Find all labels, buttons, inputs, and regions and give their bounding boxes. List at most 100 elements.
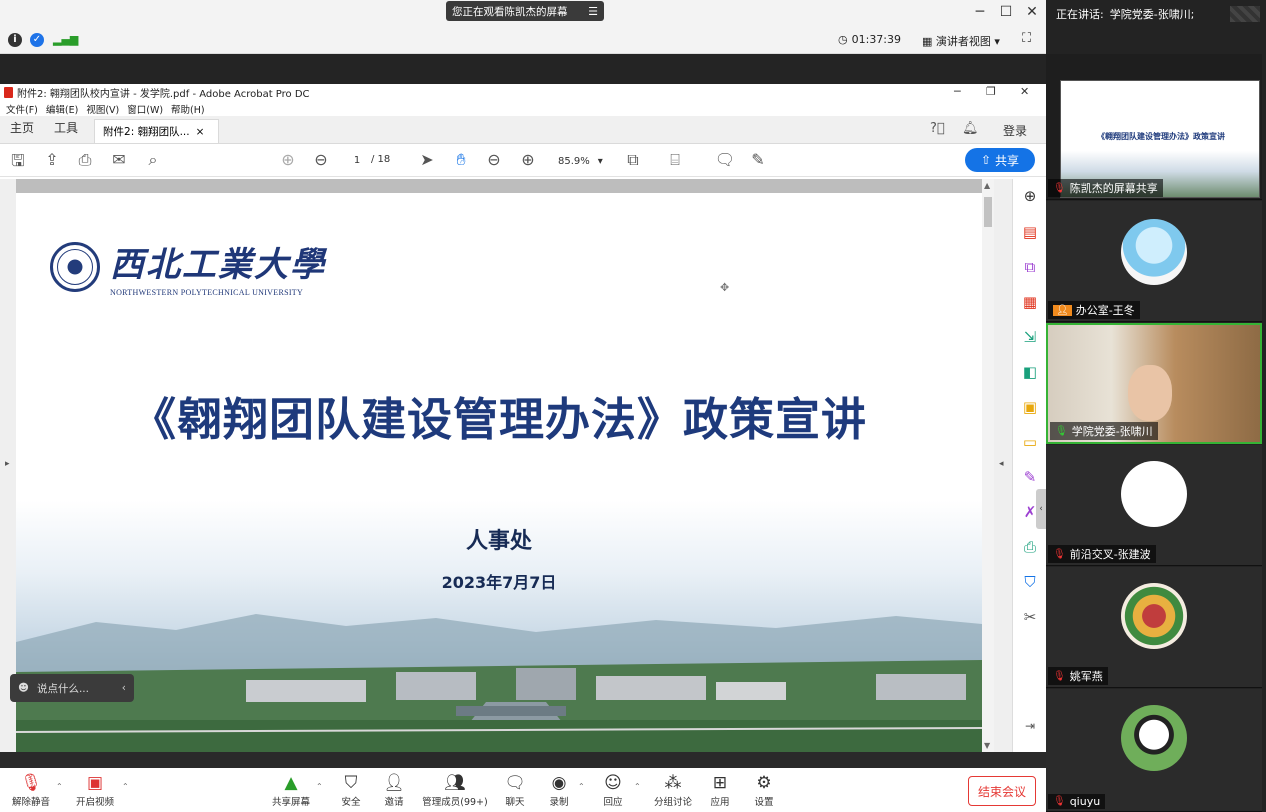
acrobat-tabs: 主页 工具 附件2: 翱翔团队... × ?⃝ 🔔︎ 登录 <box>0 116 1046 144</box>
search-icon[interactable]: ⌕ <box>142 150 164 170</box>
reaction-label: 回应 <box>603 797 623 808</box>
record-label: 录制 <box>549 797 569 808</box>
video-options-chevron[interactable]: ⌃ <box>122 782 129 791</box>
tab-document-label: 附件2: 翱翔团队... <box>103 126 190 138</box>
menu-help[interactable]: 帮助(H) <box>171 102 205 116</box>
scroll-up-icon[interactable]: ▲ <box>984 181 990 190</box>
help-icon[interactable]: ?⃝ <box>930 121 945 136</box>
reaction-options-chevron[interactable]: ⌃ <box>634 782 641 791</box>
pen-icon[interactable]: ✎ <box>747 150 769 169</box>
participant-tile-zhang-jianbo[interactable]: 🎙︎ 前沿交叉-张建波 <box>1046 445 1262 566</box>
pane-collapse-handle[interactable]: ‹ <box>1036 489 1046 529</box>
maximize-icon[interactable]: ☐ <box>996 4 1016 20</box>
tab-close-icon[interactable]: × <box>196 126 205 138</box>
save-icon[interactable]: 🖫 <box>7 150 29 177</box>
scroll-mode-icon[interactable]: ⌸ <box>664 150 686 170</box>
minimize-icon[interactable]: ─ <box>970 4 990 20</box>
zoom-select[interactable]: 85.9% ▾ <box>552 152 604 170</box>
signal-icon[interactable]: ▂▄▆ <box>53 33 78 46</box>
email-icon[interactable]: ✉ <box>108 150 130 169</box>
participant-name: 姚军燕 <box>1069 670 1103 683</box>
acro-minimize-icon[interactable]: ─ <box>954 85 961 98</box>
invite-button[interactable]: 👤︎ 邀请 <box>363 772 425 808</box>
page-total: / 18 <box>371 154 391 165</box>
share-screen-button[interactable]: ▲ 共享屏幕 <box>260 772 322 808</box>
close-icon[interactable]: ✕ <box>1022 4 1042 20</box>
info-icon[interactable]: i <box>8 33 22 47</box>
campus-aerial-image <box>16 614 982 752</box>
page-down-icon[interactable]: ⊖ <box>310 150 332 169</box>
participants-panel: 正在讲话: 学院党委-张啸川; 《翱翔团队建设管理办法》政策宣讲 🎙︎ 陈凯杰的… <box>1046 0 1266 812</box>
fit-page-icon[interactable]: ⧉ <box>622 150 644 170</box>
fullscreen-icon[interactable]: ⛶ <box>1022 31 1031 46</box>
view-mode-button[interactable]: ▦ 演讲者视图 ▾ <box>922 33 1000 49</box>
left-panel-toggle[interactable]: ▸ <box>0 179 16 752</box>
bell-icon[interactable]: 🔔︎ <box>962 121 979 136</box>
acrobat-title-bar: 附件2: 翱翔团队校内宣讲 - 发学院.pdf - Adobe Acrobat … <box>0 84 1046 101</box>
menu-window[interactable]: 窗口(W) <box>127 102 163 116</box>
acro-close-icon[interactable]: ✕ <box>1020 85 1029 98</box>
vertical-scrollbar[interactable]: ▲ ▼ <box>982 179 994 752</box>
audio-options-chevron[interactable]: ⌃ <box>56 782 63 791</box>
participant-tile-wang[interactable]: 👤︎ 办公室-王冬 <box>1046 201 1262 322</box>
tab-document[interactable]: 附件2: 翱翔团队... × <box>94 119 220 143</box>
participant-tile-qiuyu[interactable]: 🎙︎ qiuyu <box>1046 689 1262 812</box>
zoom-in-icon[interactable]: ⊕ <box>517 150 539 169</box>
manage-members-button[interactable]: 👥︎ 管理成员(99+) <box>420 772 490 808</box>
collapse-chat-icon[interactable]: ‹ <box>122 682 126 694</box>
end-meeting-button[interactable]: 结束会议 <box>968 776 1036 806</box>
participant-tile-screen-share[interactable]: 《翱翔团队建设管理办法》政策宣讲 🎙︎ 陈凯杰的屏幕共享 <box>1046 54 1262 200</box>
meeting-timer: ◷ 01:37:39 <box>838 33 901 46</box>
create-pdf-icon[interactable]: ▤ <box>1020 223 1040 241</box>
settings-button[interactable]: ⚙ 设置 <box>733 772 795 808</box>
menu-file[interactable]: 文件(F) <box>6 102 38 116</box>
export-pdf-icon[interactable]: ⇲ <box>1020 328 1040 346</box>
zoom-meeting-window: 您正在观看陈凯杰的屏幕 ☰ ─ ☐ ✕ i ✓ ▂▄▆ ◷ 01:37:39 ▦… <box>0 0 1266 812</box>
menu-view[interactable]: 视图(V) <box>86 102 119 116</box>
hand-tool-icon[interactable]: ✋︎ <box>450 150 472 170</box>
print-icon[interactable]: ⎙ <box>74 150 96 170</box>
emoji-icon[interactable]: ☻ <box>18 682 29 694</box>
move-cursor-icon: ✥ <box>720 281 730 294</box>
scroll-down-icon[interactable]: ▼ <box>984 741 990 750</box>
edit-pdf-icon[interactable]: ◧ <box>1020 363 1040 381</box>
participant-avatar <box>1121 219 1187 285</box>
participant-tile-zhang-xiaochuan[interactable]: 🎙︎ 学院党委-张啸川 <box>1046 323 1262 444</box>
combine-icon[interactable]: ⧉ <box>1020 258 1040 276</box>
quick-chat-input[interactable]: ☻ 说点什么... ‹ <box>10 674 134 702</box>
tab-tools[interactable]: 工具 <box>44 119 88 143</box>
gear-icon: ⚙ <box>756 773 772 793</box>
acro-restore-icon[interactable]: ❐ <box>986 85 996 98</box>
more-tools-icon[interactable]: ✂ <box>1020 608 1040 626</box>
settings-label: 设置 <box>754 797 774 808</box>
organize-icon[interactable]: ▦ <box>1020 293 1040 311</box>
start-video-button[interactable]: ▣ 开启视频 <box>64 772 126 808</box>
collapse-pane-icon[interactable]: ⇥ <box>1020 719 1040 733</box>
right-panel-toggle[interactable]: ◂ <box>994 179 1012 752</box>
upload-icon[interactable]: ⇪ <box>41 150 63 169</box>
unmute-button[interactable]: 🎙︎ 解除静音 <box>0 772 62 808</box>
page-up-icon[interactable]: ⊕ <box>277 150 299 169</box>
zoom-search-icon[interactable]: ⊕ <box>1020 187 1040 205</box>
participant-tile-yao[interactable]: 🎙︎ 姚军燕 <box>1046 567 1262 688</box>
menu-icon[interactable]: ☰ <box>588 5 598 18</box>
comment-tool-icon[interactable]: ▭ <box>1020 433 1040 451</box>
shield-icon[interactable]: ✓ <box>30 33 44 47</box>
zoom-out-icon[interactable]: ⊖ <box>483 150 505 169</box>
video-off-icon: ▣ <box>86 773 104 793</box>
select-cursor-icon[interactable]: ➤ <box>416 150 438 169</box>
share-button[interactable]: ⇧ 共享 <box>965 148 1035 172</box>
protect-icon[interactable]: ⎙ <box>1020 538 1040 556</box>
viewing-screen-indicator[interactable]: 您正在观看陈凯杰的屏幕 ☰ <box>446 1 604 21</box>
login-link[interactable]: 登录 <box>1003 122 1027 139</box>
acrobat-menu-bar: 文件(F) 编辑(E) 视图(V) 窗口(W) 帮助(H) <box>0 101 1046 116</box>
menu-edit[interactable]: 编辑(E) <box>46 102 78 116</box>
participant-name-tag: 🎙︎ 陈凯杰的屏幕共享 <box>1048 179 1163 197</box>
scroll-thumb[interactable] <box>984 197 992 227</box>
page-number-input[interactable]: 1 <box>343 152 371 170</box>
fill-sign-icon[interactable]: ✎ <box>1020 468 1040 486</box>
comment-icon[interactable]: 🗨︎ <box>714 150 736 169</box>
shield-tool-icon[interactable]: ⛉ <box>1020 573 1040 591</box>
tab-home[interactable]: 主页 <box>0 119 44 143</box>
scan-icon[interactable]: ▣ <box>1020 398 1040 416</box>
